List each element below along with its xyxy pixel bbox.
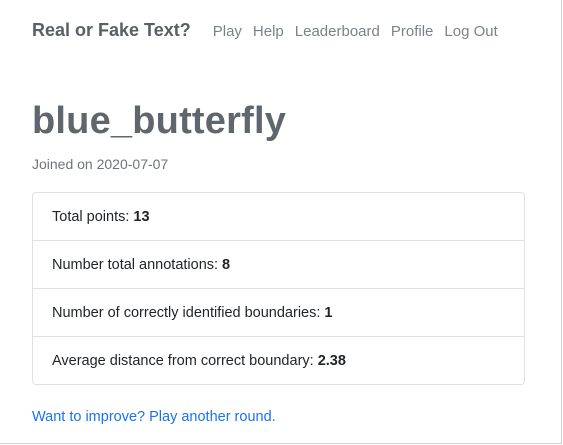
stat-value: 2.38 bbox=[317, 352, 346, 369]
stat-label: Average distance from correct boundary: bbox=[52, 352, 314, 369]
stats-list: Total points: 13 Number total annotation… bbox=[32, 192, 525, 385]
stat-value: 8 bbox=[222, 256, 231, 273]
stat-value: 1 bbox=[324, 304, 333, 321]
nav-link-leaderboard[interactable]: Leaderboard bbox=[295, 23, 380, 40]
page-frame: Real or Fake Text? Play Help Leaderboard… bbox=[0, 0, 562, 444]
nav-link-logout[interactable]: Log Out bbox=[444, 23, 497, 40]
nav-link-profile[interactable]: Profile bbox=[391, 23, 434, 40]
stat-average-distance: Average distance from correct boundary: … bbox=[33, 337, 524, 384]
nav-link-help[interactable]: Help bbox=[253, 23, 284, 40]
joined-date: Joined on 2020-07-07 bbox=[32, 156, 169, 172]
stat-label: Number total annotations: bbox=[52, 256, 219, 273]
nav-link-play[interactable]: Play bbox=[213, 23, 242, 40]
stat-label: Number of correctly identified boundarie… bbox=[52, 304, 321, 321]
stat-value: 13 bbox=[133, 208, 150, 225]
stat-total-annotations: Number total annotations: 8 bbox=[33, 241, 524, 289]
profile-username: blue_butterfly bbox=[32, 100, 287, 142]
brand-link[interactable]: Real or Fake Text? bbox=[32, 20, 191, 41]
top-navbar: Real or Fake Text? Play Help Leaderboard… bbox=[32, 20, 498, 41]
stat-label: Total points: bbox=[52, 208, 130, 225]
stat-total-points: Total points: 13 bbox=[33, 193, 524, 241]
stat-correct-boundaries: Number of correctly identified boundarie… bbox=[33, 289, 524, 337]
play-another-round-link[interactable]: Want to improve? Play another round. bbox=[32, 409, 276, 425]
